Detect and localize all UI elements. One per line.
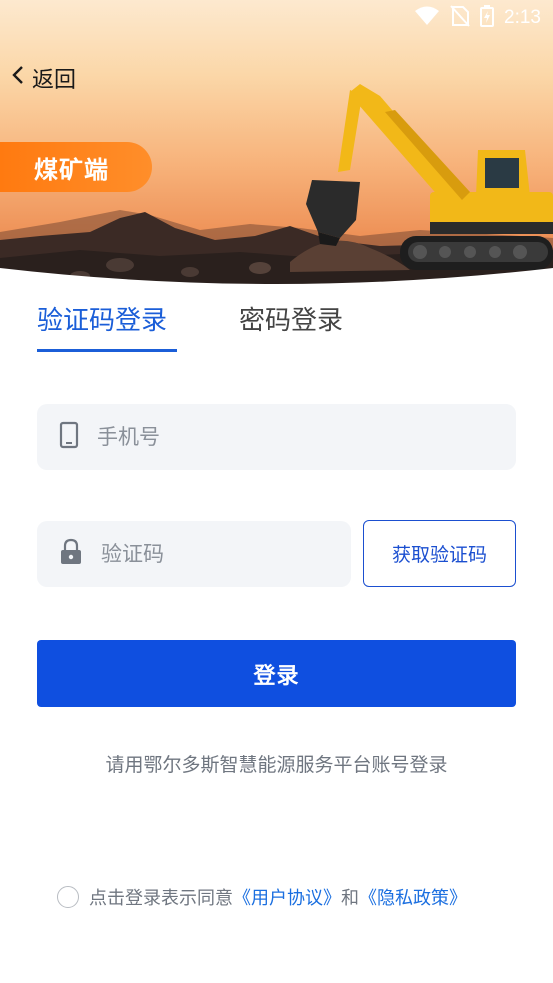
lock-icon: [59, 538, 83, 570]
login-tabs: 验证码登录 密码登录: [37, 300, 517, 356]
chevron-left-icon: [12, 65, 24, 91]
status-time: 2:13: [504, 7, 541, 28]
role-badge: 煤矿端: [0, 142, 152, 192]
back-label: 返回: [32, 68, 77, 93]
battery-charging-icon: [480, 5, 495, 31]
get-code-button[interactable]: 获取验证码: [363, 520, 516, 587]
phone-icon: [59, 421, 79, 453]
no-sim-icon: [450, 5, 470, 31]
agree-checkbox[interactable]: [57, 886, 79, 908]
tab-sms-login[interactable]: 验证码登录: [37, 300, 167, 337]
login-button[interactable]: 登录: [37, 640, 516, 707]
code-input[interactable]: [99, 541, 371, 567]
privacy-policy-link[interactable]: 《隐私政策》: [359, 884, 467, 910]
wifi-icon: [414, 6, 440, 30]
login-hint: 请用鄂尔多斯智慧能源服务平台账号登录: [105, 754, 448, 776]
back-button[interactable]: 返回: [12, 62, 76, 94]
phone-input[interactable]: [95, 424, 399, 450]
agreement-conjunction: 和: [341, 888, 359, 909]
tab-password-login[interactable]: 密码登录: [239, 300, 343, 337]
agreement-prefix: 点击登录表示同意: [89, 888, 233, 909]
header-banner: 2:13 返回 煤矿端: [0, 0, 553, 300]
status-bar: 2:13: [0, 0, 553, 36]
phone-field[interactable]: [37, 404, 516, 470]
code-field[interactable]: [37, 521, 371, 587]
active-tab-indicator: [37, 349, 177, 352]
user-agreement-link[interactable]: 《用户协议》: [233, 884, 341, 910]
agreement-row: 点击登录表示同意 《用户协议》 和 《隐私政策》: [57, 884, 467, 910]
